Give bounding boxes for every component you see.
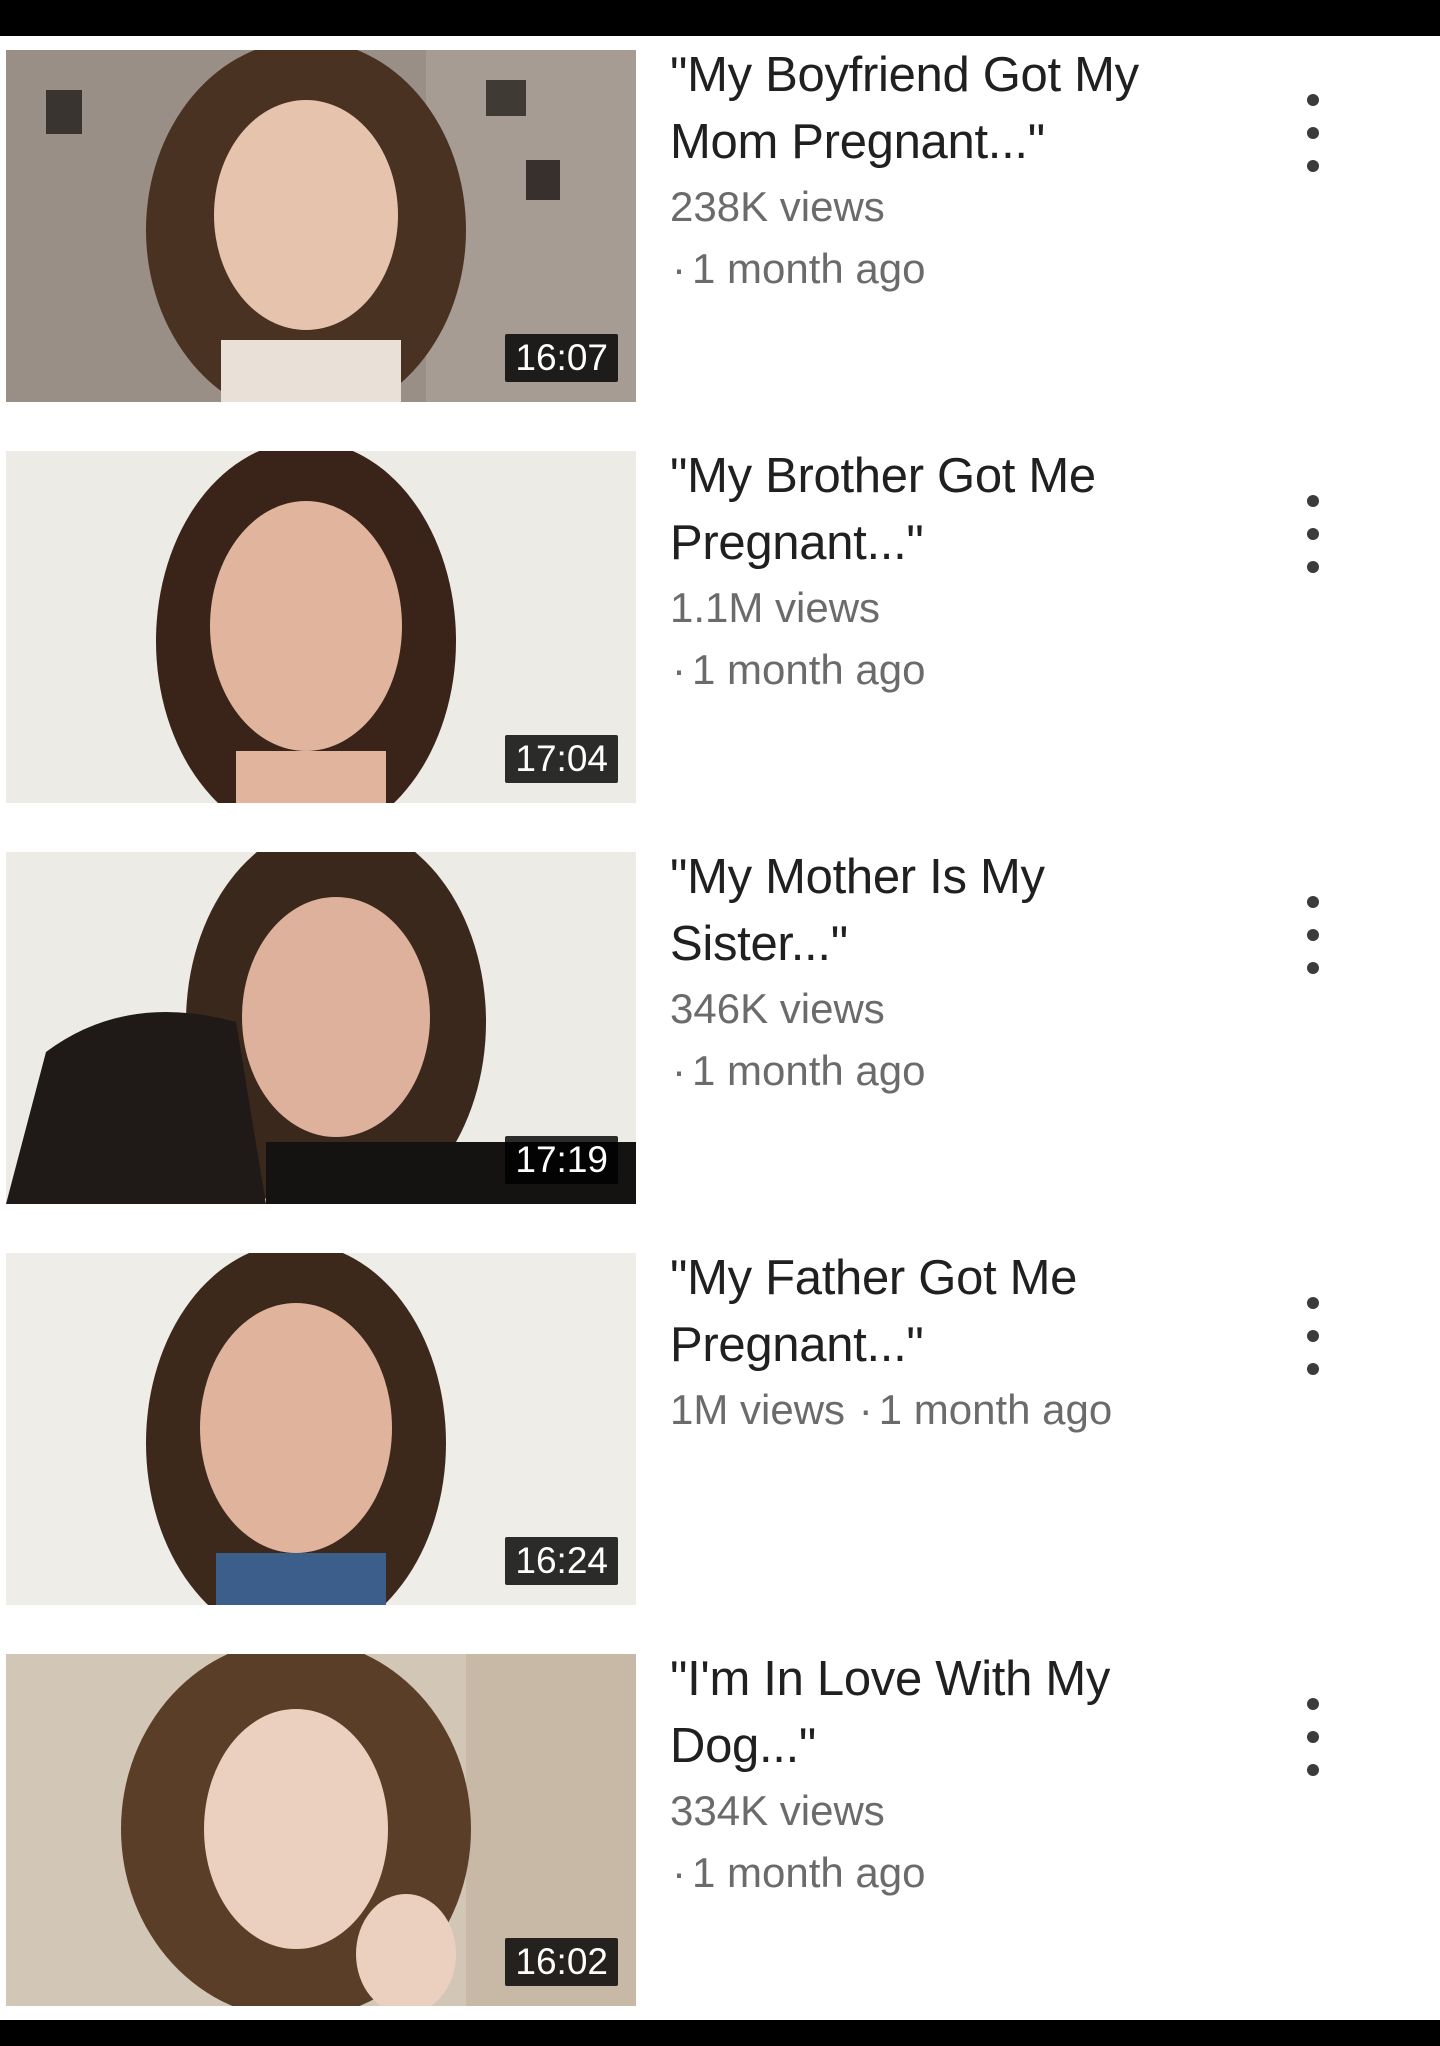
video-meta: "My Father Got Me Pregnant..." 1M views … bbox=[670, 1245, 1230, 1441]
video-item[interactable]: 16:02 "I'm In Love With My Dog..." 334K … bbox=[0, 1640, 1440, 2041]
video-views: 1M views bbox=[670, 1386, 846, 1433]
video-thumbnail[interactable]: 16:07 bbox=[6, 50, 636, 402]
more-vert-icon[interactable] bbox=[1295, 890, 1331, 980]
video-thumbnail[interactable]: 17:19 bbox=[6, 852, 636, 1204]
meta-separator: · bbox=[672, 1047, 686, 1094]
more-vert-icon[interactable] bbox=[1295, 88, 1331, 178]
video-title[interactable]: "My Mother Is My Sister..." bbox=[670, 844, 1230, 978]
video-item[interactable]: 17:19 "My Mother Is My Sister..." 346K v… bbox=[0, 838, 1440, 1239]
video-thumbnail[interactable]: 16:02 bbox=[6, 1654, 636, 2006]
more-vert-icon[interactable] bbox=[1295, 489, 1331, 579]
video-duration: 17:19 bbox=[505, 1136, 618, 1184]
video-duration: 16:07 bbox=[505, 334, 618, 382]
video-views: 334K views bbox=[670, 1787, 885, 1834]
more-vert-icon[interactable] bbox=[1295, 1291, 1331, 1381]
video-age: 1 month ago bbox=[692, 646, 926, 693]
video-thumbnail[interactable]: 16:24 bbox=[6, 1253, 636, 1605]
video-item[interactable]: 17:04 "My Brother Got Me Pregnant..." 1.… bbox=[0, 437, 1440, 838]
video-duration: 17:04 bbox=[505, 735, 618, 783]
video-title[interactable]: "I'm In Love With My Dog..." bbox=[670, 1646, 1230, 1780]
video-meta: "I'm In Love With My Dog..." 334K views … bbox=[670, 1646, 1230, 1904]
video-views: 346K views bbox=[670, 985, 885, 1032]
video-title[interactable]: "My Boyfriend Got My Mom Pregnant..." bbox=[670, 42, 1230, 176]
video-list: 16:07 "My Boyfriend Got My Mom Pregnant.… bbox=[0, 36, 1440, 2020]
video-views: 238K views bbox=[670, 183, 885, 230]
video-item[interactable]: 16:24 "My Father Got Me Pregnant..." 1M … bbox=[0, 1239, 1440, 1640]
more-vert-icon[interactable] bbox=[1295, 1692, 1331, 1782]
video-thumbnail[interactable]: 17:04 bbox=[6, 451, 636, 803]
meta-separator: · bbox=[672, 1849, 686, 1896]
meta-separator: · bbox=[858, 1386, 873, 1433]
video-age: 1 month ago bbox=[692, 1849, 926, 1896]
video-duration: 16:02 bbox=[505, 1938, 618, 1986]
video-item[interactable]: 16:07 "My Boyfriend Got My Mom Pregnant.… bbox=[0, 36, 1440, 437]
meta-separator: · bbox=[672, 245, 686, 292]
video-title[interactable]: "My Brother Got Me Pregnant..." bbox=[670, 443, 1230, 577]
video-duration: 16:24 bbox=[505, 1537, 618, 1585]
video-age: 1 month ago bbox=[692, 1047, 926, 1094]
video-age: 1 month ago bbox=[878, 1386, 1113, 1433]
video-meta: "My Brother Got Me Pregnant..." 1.1M vie… bbox=[670, 443, 1230, 701]
video-age: 1 month ago bbox=[692, 245, 926, 292]
video-meta: "My Boyfriend Got My Mom Pregnant..." 23… bbox=[670, 42, 1230, 300]
meta-separator: · bbox=[672, 646, 686, 693]
video-meta: "My Mother Is My Sister..." 346K views ·… bbox=[670, 844, 1230, 1102]
video-title[interactable]: "My Father Got Me Pregnant..." bbox=[670, 1245, 1230, 1379]
video-views: 1.1M views bbox=[670, 584, 881, 631]
